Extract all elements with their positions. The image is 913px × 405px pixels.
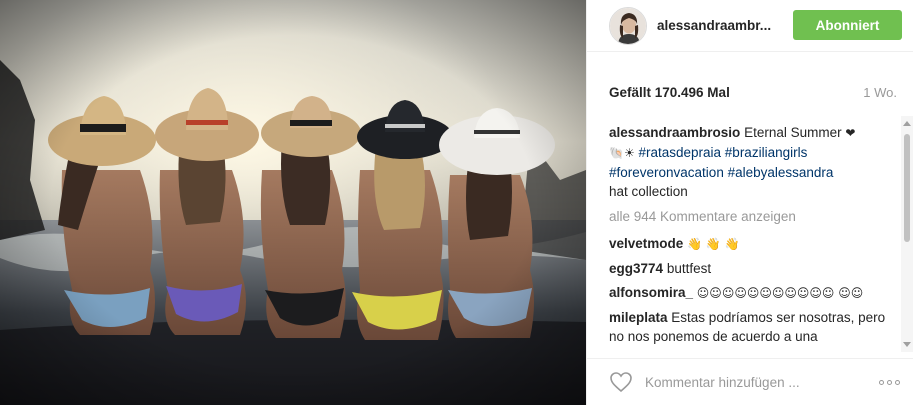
comment-username[interactable]: velvetmode	[609, 236, 683, 251]
likes-count[interactable]: Gefällt 170.496 Mal	[609, 85, 730, 100]
comment: velvetmode 👋 👋 👋	[609, 234, 899, 254]
scrollbar-thumb[interactable]	[904, 134, 910, 242]
comment-username[interactable]: mileplata	[609, 310, 668, 325]
caption-username[interactable]: alessandraambrosio	[609, 125, 740, 140]
comment-text: buttfest	[666, 261, 712, 276]
scroll-up-arrow-icon[interactable]	[903, 121, 911, 126]
post-details-panel: alessandraambr... Abonniert Gefällt 170.…	[586, 0, 913, 405]
follow-button[interactable]: Abonniert	[793, 10, 902, 40]
dot	[887, 380, 892, 385]
beach-photo-image	[0, 0, 586, 405]
comment: mileplata Estas podríamos ser nosotras, …	[609, 308, 899, 346]
hashtag-link[interactable]: #foreveronvacation	[609, 165, 724, 180]
comment-username[interactable]: alfonsomira_	[609, 285, 693, 300]
hashtag-link[interactable]: #alebyalessandra	[728, 165, 834, 180]
avatar[interactable]	[609, 6, 647, 45]
post-photo[interactable]	[0, 0, 586, 405]
caption-text-2: hat collection	[609, 184, 688, 199]
caption-emoji-shell-sun: 🐚☀	[609, 146, 635, 160]
likes-row: Gefällt 170.496 Mal 1 Wo.	[609, 85, 897, 100]
caption: alessandraambrosio Eternal Summer ❤ 🐚☀ #…	[609, 123, 899, 201]
hashtag-link[interactable]: #ratasdepraia	[638, 145, 721, 160]
comment: egg3774 buttfest	[609, 259, 899, 278]
heart-icon[interactable]	[609, 371, 633, 393]
header-username[interactable]: alessandraambr...	[657, 18, 771, 33]
more-options-icon[interactable]	[879, 380, 900, 385]
comment-username[interactable]: egg3774	[609, 261, 663, 276]
add-comment-input[interactable]	[645, 374, 855, 390]
dot	[879, 380, 884, 385]
post-modal: alessandraambr... Abonniert Gefällt 170.…	[0, 0, 913, 405]
post-header: alessandraambr... Abonniert	[587, 0, 913, 52]
comments-list[interactable]: alessandraambrosio Eternal Summer ❤ 🐚☀ #…	[609, 123, 899, 351]
post-footer	[587, 358, 913, 405]
caption-text: Eternal Summer	[744, 125, 842, 140]
comment-text: 👋 👋 👋	[687, 237, 740, 251]
scroll-down-arrow-icon[interactable]	[903, 342, 911, 347]
comments-scrollbar[interactable]	[901, 116, 913, 352]
caption-emoji-heart: ❤	[845, 126, 856, 140]
comment: alfonsomira_ ☺☺☺☺☺☺☺☺☺☺☺ ☺☺	[609, 283, 899, 303]
view-all-comments-link[interactable]: alle 944 Kommentare anzeigen	[609, 207, 899, 226]
post-age[interactable]: 1 Wo.	[863, 85, 897, 100]
comment-text: ☺☺☺☺☺☺☺☺☺☺☺ ☺☺	[696, 286, 864, 300]
hashtag-link[interactable]: #braziliangirls	[725, 145, 808, 160]
dot	[895, 380, 900, 385]
